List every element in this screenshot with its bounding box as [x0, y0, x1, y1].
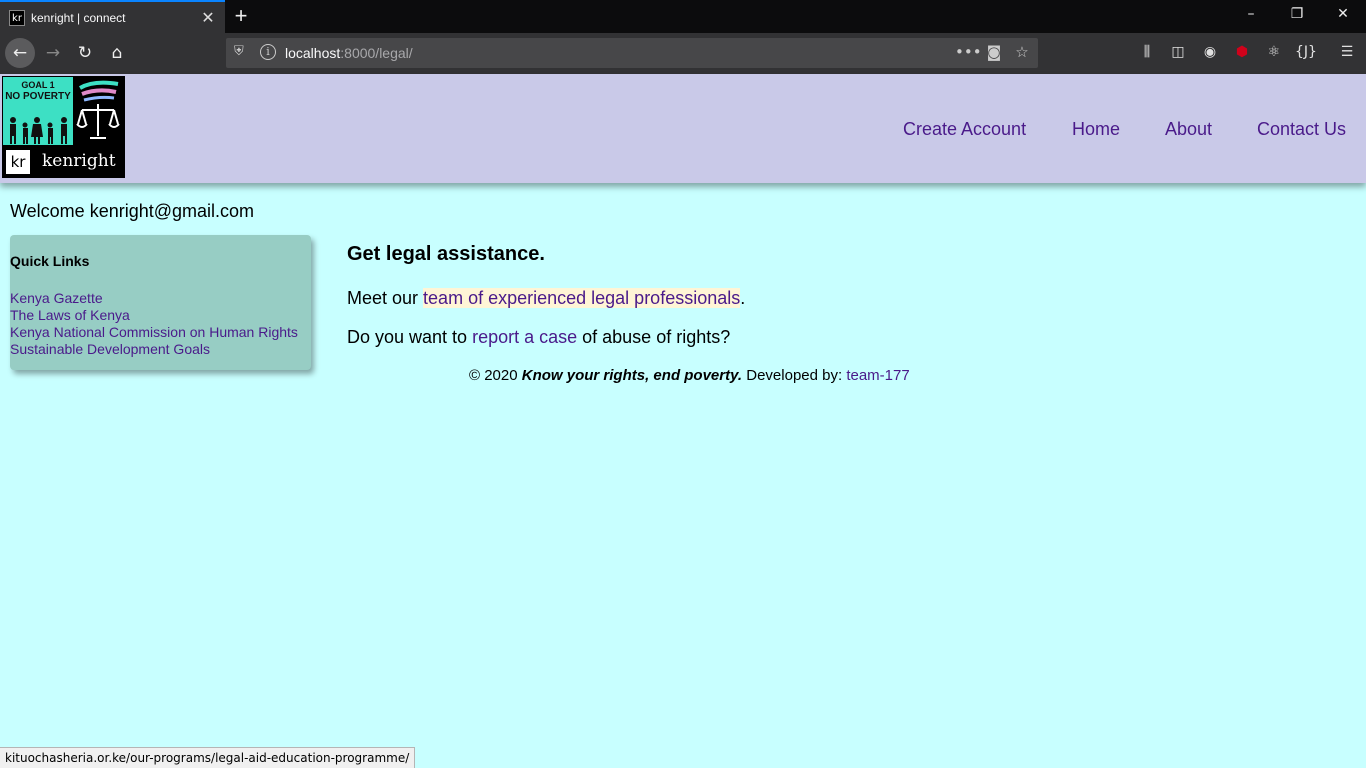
- status-bar-url: kituochasheria.or.ke/our-programs/legal-…: [0, 747, 416, 768]
- quick-link-knchr[interactable]: Kenya National Commission on Human Right…: [10, 324, 298, 340]
- nav-about[interactable]: About: [1165, 119, 1212, 140]
- info-icon[interactable]: i: [260, 44, 276, 60]
- nav-home[interactable]: Home: [1072, 119, 1120, 140]
- welcome-message: Welcome kenright@gmail.com: [10, 201, 255, 221]
- url-bar[interactable]: ⛨ i localhost:8000/legal/ ••• ◙ ☆: [226, 38, 1038, 68]
- quick-link-sdgs[interactable]: Sustainable Development Goals: [10, 341, 210, 357]
- account-icon[interactable]: ◉: [1199, 44, 1221, 60]
- copyright: © 2020: [469, 367, 522, 384]
- goal-badge: GOAL 1 NO POVERTY: [3, 77, 73, 145]
- scales-of-justice-icon: [76, 80, 120, 139]
- hamburger-menu-icon[interactable]: ☰: [1336, 44, 1358, 60]
- nav-contact-us[interactable]: Contact Us: [1257, 119, 1346, 140]
- logo-name: kenright: [42, 151, 116, 171]
- browser-nav-bar: ← → ↻ ⌂ ⛨ i localhost:8000/legal/ ••• ◙ …: [0, 33, 1366, 74]
- quick-links-list: Kenya Gazette The Laws of Kenya Kenya Na…: [10, 290, 298, 358]
- goal-title: NO POVERTY: [5, 91, 71, 102]
- minimize-icon[interactable]: –: [1241, 6, 1261, 22]
- tab-close-icon[interactable]: ✕: [200, 8, 216, 28]
- list-item: Sustainable Development Goals: [10, 341, 298, 358]
- pocket-icon[interactable]: ◙: [983, 43, 1005, 61]
- close-window-icon[interactable]: ✕: [1333, 6, 1353, 22]
- url-text[interactable]: localhost:8000/legal/: [285, 45, 413, 61]
- meet-team-text: Meet our team of experienced legal profe…: [347, 288, 746, 308]
- page-heading: Get legal assistance.: [347, 243, 545, 265]
- site-header: GOAL 1 NO POVERTY kr kenright Create Acc…: [0, 74, 1366, 183]
- sidebar-icon[interactable]: ◫: [1167, 44, 1189, 60]
- site-favicon-icon: kr: [9, 10, 25, 26]
- reload-icon[interactable]: ↻: [71, 39, 99, 67]
- developer-link[interactable]: team-177: [846, 367, 909, 384]
- site-footer: © 2020 Know your rights, end poverty. De…: [469, 367, 910, 384]
- library-icon[interactable]: ⫼: [1136, 44, 1158, 60]
- logo-badge: kr: [6, 150, 30, 174]
- tracking-shield-icon[interactable]: ⛨: [234, 44, 244, 59]
- ublock-icon[interactable]: ⬢: [1231, 44, 1253, 60]
- site-logo[interactable]: GOAL 1 NO POVERTY kr kenright: [2, 76, 125, 178]
- quick-links-title: Quick Links: [10, 253, 90, 269]
- browser-tab-bar: kr kenright | connect ✕ + – ❐ ✕: [0, 0, 1366, 33]
- restore-icon[interactable]: ❐: [1287, 6, 1307, 22]
- report-case-link[interactable]: report a case: [472, 327, 577, 347]
- list-item: Kenya Gazette: [10, 290, 298, 307]
- main-content: Get legal assistance.: [347, 243, 545, 266]
- new-tab-icon[interactable]: +: [231, 3, 251, 29]
- json-viewer-icon[interactable]: {J}: [1295, 44, 1317, 60]
- react-devtools-icon[interactable]: ⚛: [1263, 44, 1285, 60]
- quick-links-panel: Quick Links Kenya Gazette The Laws of Ke…: [10, 235, 311, 370]
- star-icon[interactable]: ☆: [1011, 43, 1033, 61]
- more-actions-icon[interactable]: •••: [955, 43, 982, 61]
- url-host: localhost: [285, 45, 341, 61]
- legal-team-link[interactable]: team of experienced legal professionals: [423, 288, 741, 308]
- developer-label: Developed by:: [742, 367, 847, 384]
- quick-link-kenya-gazette[interactable]: Kenya Gazette: [10, 290, 103, 306]
- home-icon[interactable]: ⌂: [103, 39, 131, 67]
- forward-arrow-icon[interactable]: →: [39, 39, 67, 67]
- list-item: Kenya National Commission on Human Right…: [10, 324, 298, 341]
- back-arrow-icon[interactable]: ←: [5, 38, 35, 68]
- url-path: :8000/legal/: [340, 45, 413, 61]
- list-item: The Laws of Kenya: [10, 307, 298, 324]
- quick-link-laws-of-kenya[interactable]: The Laws of Kenya: [10, 307, 130, 323]
- report-case-text: Do you want to report a case of abuse of…: [347, 327, 731, 347]
- tab-title: kenright | connect: [31, 11, 126, 25]
- family-icon: [10, 117, 67, 144]
- nav-create-account[interactable]: Create Account: [903, 119, 1026, 140]
- browser-tab[interactable]: kr kenright | connect ✕: [0, 0, 225, 33]
- goal-label: GOAL 1: [21, 80, 55, 90]
- slogan: Know your rights, end poverty.: [521, 367, 743, 384]
